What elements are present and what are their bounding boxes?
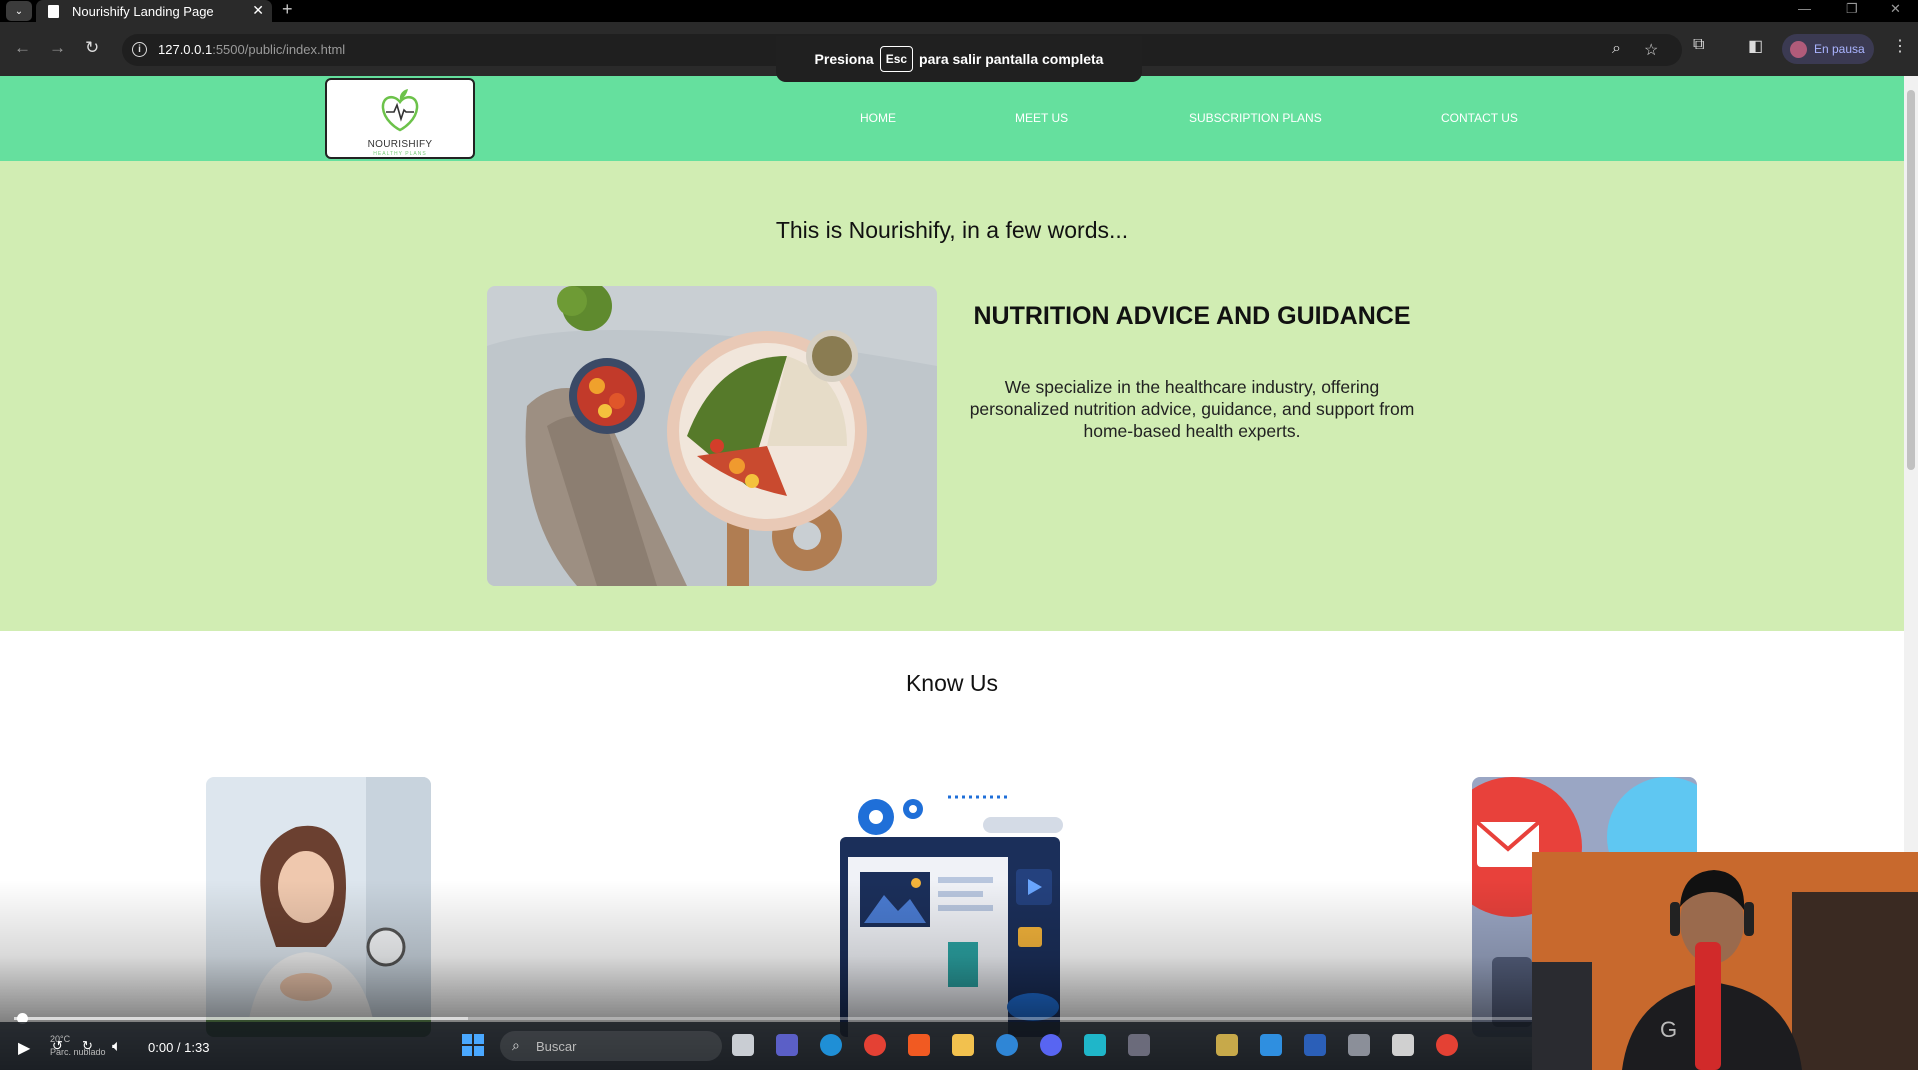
page-favicon-icon: [48, 5, 59, 18]
browser-tab-strip: ⌄ Nourishify Landing Page ✕ + — ❐ ✕: [0, 0, 1918, 24]
nav-link-contact-us[interactable]: CONTACT US: [1441, 111, 1518, 125]
healthy-bowl-photo: [487, 286, 937, 586]
reload-icon[interactable]: ↻: [85, 38, 99, 58]
window-close-icon[interactable]: ✕: [1890, 1, 1901, 17]
site-info-icon[interactable]: i: [132, 42, 147, 57]
back-arrow-icon[interactable]: ←: [14, 38, 31, 58]
profile-status: En pausa: [1814, 42, 1865, 56]
rewind-10-icon[interactable]: ↺: [52, 1038, 63, 1054]
brave-icon[interactable]: [908, 1034, 930, 1056]
presenter-webcam-feed: G: [1532, 852, 1918, 1070]
fullscreen-notice: Presiona Esc para salir pantalla complet…: [776, 36, 1142, 82]
intro-section: This is Nourishify, in a few words... NU…: [0, 161, 1904, 631]
side-panel-icon[interactable]: ◧: [1748, 36, 1763, 56]
scrollbar-thumb[interactable]: [1907, 90, 1915, 470]
tab-title: Nourishify Landing Page: [72, 4, 214, 19]
video-buffered-bar: [14, 1017, 468, 1020]
chrome-icon[interactable]: [864, 1034, 886, 1056]
python-icon[interactable]: [996, 1034, 1018, 1056]
feature-description: We specialize in the healthcare industry…: [969, 377, 1415, 441]
browser-tab-active[interactable]: Nourishify Landing Page ✕: [36, 0, 272, 24]
restore-icon[interactable]: ❐: [1846, 1, 1858, 17]
word-icon[interactable]: [1304, 1034, 1326, 1056]
feature-heading: NUTRITION ADVICE AND GUIDANCE: [973, 302, 1411, 330]
profile-button[interactable]: En pausa: [1782, 34, 1874, 64]
teams-icon[interactable]: [776, 1034, 798, 1056]
taskbar-search[interactable]: ⌕ Buscar: [500, 1031, 722, 1061]
shield-app-icon[interactable]: [1128, 1034, 1150, 1056]
minimize-icon[interactable]: —: [1798, 1, 1811, 16]
vscode-icon[interactable]: [1260, 1034, 1282, 1056]
edge-icon[interactable]: [820, 1034, 842, 1056]
webstorm-icon[interactable]: [1084, 1034, 1106, 1056]
logo-tagline: HEALTHY PLANS: [373, 151, 427, 157]
webcam-overlay: G: [1532, 852, 1918, 1070]
forward-arrow-icon[interactable]: →: [49, 38, 66, 58]
snipping-tool-icon[interactable]: [1348, 1034, 1370, 1056]
taskbar-search-placeholder: Buscar: [536, 1039, 577, 1054]
site-logo[interactable]: NOURISHIFY HEALTHY PLANS: [325, 78, 475, 159]
avatar: [1790, 41, 1807, 58]
know-us-title: Know Us: [905, 670, 999, 696]
video-time: 0:00 / 1:33: [148, 1040, 210, 1055]
volume-icon[interactable]: 🔈︎: [112, 1038, 122, 1056]
zoom-icon[interactable]: ⌕: [1612, 40, 1621, 58]
nav-link-home[interactable]: HOME: [860, 111, 896, 125]
forward-10-icon[interactable]: ↻: [82, 1038, 93, 1054]
git-icon[interactable]: [1216, 1034, 1238, 1056]
discord-icon[interactable]: [1040, 1034, 1062, 1056]
url-text[interactable]: 127.0.0.1:5500/public/index.html: [158, 42, 345, 57]
esc-key-badge: Esc: [879, 46, 914, 72]
bookmark-star-icon[interactable]: ☆: [1644, 40, 1658, 60]
new-tab-button[interactable]: +: [282, 0, 293, 20]
extensions-icon[interactable]: ⧉: [1693, 36, 1704, 54]
search-icon: ⌕: [512, 1037, 520, 1053]
logo-wordmark: NOURISHIFY: [367, 139, 433, 150]
intro-title: This is Nourishify, in a few words...: [775, 217, 1129, 243]
site-header: NOURISHIFY HEALTHY PLANS HOME MEET US SU…: [0, 76, 1904, 161]
nav-link-subscription-plans[interactable]: SUBSCRIPTION PLANS: [1189, 111, 1322, 125]
svg-text:G: G: [1660, 1017, 1677, 1042]
browser-menu-icon[interactable]: ⋮: [1892, 36, 1908, 56]
task-view-icon[interactable]: [732, 1034, 754, 1056]
tab-close-icon[interactable]: ✕: [252, 2, 264, 19]
file-explorer-icon[interactable]: [952, 1034, 974, 1056]
nav-link-meet-us[interactable]: MEET US: [1015, 111, 1068, 125]
fullscreen-notice-text: Presiona: [814, 51, 874, 67]
capcut-icon[interactable]: [1392, 1034, 1414, 1056]
tab-search-button[interactable]: ⌄: [6, 1, 32, 21]
obs-icon[interactable]: [1436, 1034, 1458, 1056]
play-icon[interactable]: ▶: [18, 1038, 30, 1058]
windows-start-icon[interactable]: [462, 1034, 484, 1056]
fullscreen-notice-text: para salir pantalla completa: [919, 51, 1104, 67]
apple-heart-logo-icon: [381, 89, 419, 132]
